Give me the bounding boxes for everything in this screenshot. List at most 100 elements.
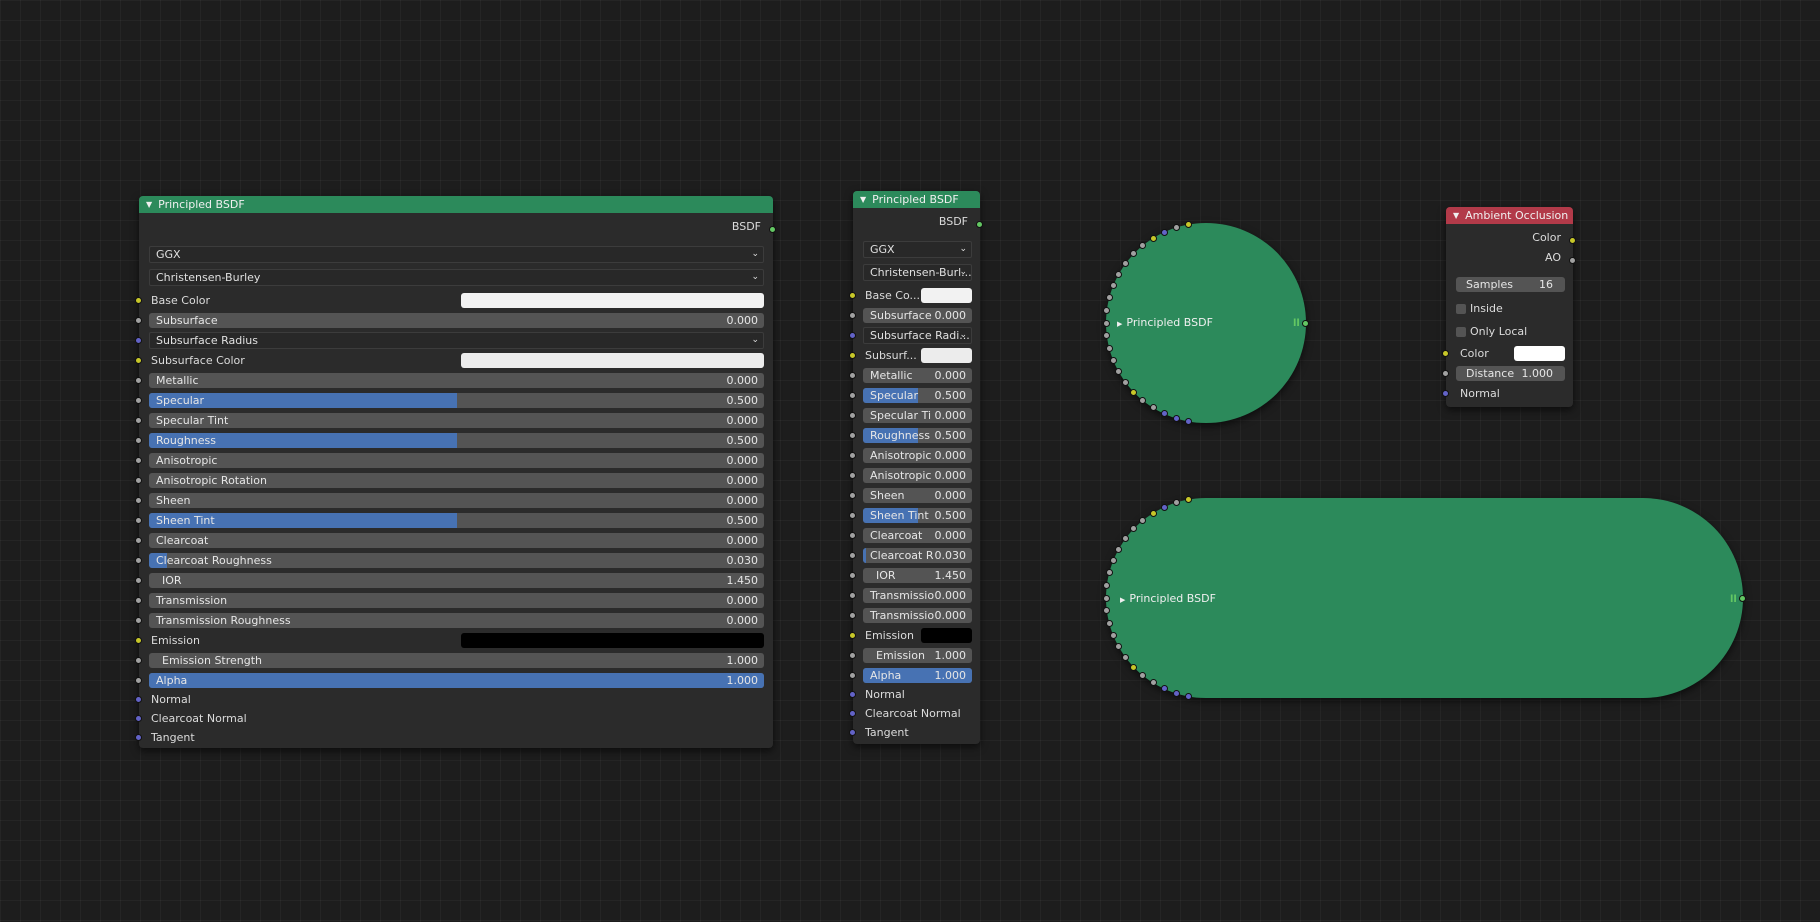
output-bsdf-socket[interactable] bbox=[976, 221, 983, 228]
sheen-socket[interactable] bbox=[849, 492, 856, 499]
roughness-slider[interactable]: Roughness 0.500 bbox=[149, 433, 764, 448]
clearcoat-roughness-slider[interactable]: Clearcoat Roughness 0.030 bbox=[149, 553, 764, 568]
emission-color-swatch[interactable] bbox=[921, 628, 972, 643]
specular-tint-socket[interactable] bbox=[849, 412, 856, 419]
metallic-socket[interactable] bbox=[849, 372, 856, 379]
subsurface-radius-socket[interactable] bbox=[135, 337, 142, 344]
expand-triangle-icon[interactable]: ▶ bbox=[1120, 596, 1125, 604]
output-bsdf-socket[interactable] bbox=[1739, 595, 1746, 602]
alpha-socket[interactable] bbox=[849, 672, 856, 679]
clearcoat-socket[interactable] bbox=[849, 532, 856, 539]
input-socket[interactable] bbox=[1160, 228, 1168, 236]
input-socket[interactable] bbox=[1115, 270, 1123, 278]
sheen-tint-slider[interactable]: Sheen Tint 0.500 bbox=[863, 508, 972, 523]
clearcoat-roughness-slider[interactable]: Clearcoat R 0.030 bbox=[863, 548, 972, 563]
input-socket[interactable] bbox=[1172, 224, 1180, 231]
base-color-swatch[interactable] bbox=[921, 288, 972, 303]
emission-strength-field[interactable]: Emission 1.000 bbox=[863, 648, 972, 663]
color-swatch[interactable] bbox=[1514, 346, 1565, 361]
input-socket[interactable] bbox=[1121, 653, 1129, 661]
metallic-slider[interactable]: Metallic 0.000 bbox=[863, 368, 972, 383]
transmission-roughness-socket[interactable] bbox=[135, 617, 142, 624]
specular-slider[interactable]: Specular 0.500 bbox=[863, 388, 972, 403]
subsurface-slider[interactable]: Subsurface 0.000 bbox=[149, 313, 764, 328]
clearcoat-roughness-socket[interactable] bbox=[849, 552, 856, 559]
input-socket[interactable] bbox=[1121, 378, 1129, 386]
anisotropic-socket[interactable] bbox=[849, 452, 856, 459]
ior-socket[interactable] bbox=[135, 577, 142, 584]
tangent-socket[interactable] bbox=[849, 729, 856, 736]
distance-field[interactable]: Distance 1.000 bbox=[1456, 366, 1565, 381]
anisotropic-slider[interactable]: Anisotropic 0.000 bbox=[863, 448, 972, 463]
input-socket[interactable] bbox=[1102, 319, 1110, 327]
input-socket[interactable] bbox=[1102, 594, 1110, 602]
clearcoat-normal-socket[interactable] bbox=[849, 710, 856, 717]
sheen-slider[interactable]: Sheen 0.000 bbox=[149, 493, 764, 508]
transmission-socket[interactable] bbox=[849, 592, 856, 599]
clearcoat-roughness-socket[interactable] bbox=[135, 557, 142, 564]
transmission-roughness-slider[interactable]: Transmissio 0.000 bbox=[863, 608, 972, 623]
anisotropic-rotation-slider[interactable]: Anisotropic 0.000 bbox=[863, 468, 972, 483]
transmission-roughness-socket[interactable] bbox=[849, 612, 856, 619]
input-socket[interactable] bbox=[1130, 388, 1138, 396]
output-bsdf-socket[interactable] bbox=[1302, 320, 1309, 327]
specular-tint-slider[interactable]: Specular Ti 0.000 bbox=[863, 408, 972, 423]
specular-socket[interactable] bbox=[849, 392, 856, 399]
color-socket[interactable] bbox=[1442, 350, 1449, 357]
emission-strength-socket[interactable] bbox=[135, 657, 142, 664]
subsurface-color-socket[interactable] bbox=[135, 357, 142, 364]
input-socket[interactable] bbox=[1149, 234, 1157, 242]
distribution-dropdown[interactable]: GGX ⌄ bbox=[863, 241, 972, 258]
sheen-tint-socket[interactable] bbox=[849, 512, 856, 519]
anisotropic-rotation-socket[interactable] bbox=[849, 472, 856, 479]
collapse-triangle-icon[interactable]: ▼ bbox=[860, 195, 866, 204]
output-bsdf-socket[interactable] bbox=[769, 226, 776, 233]
input-socket[interactable] bbox=[1149, 404, 1157, 412]
anisotropic-rotation-slider[interactable]: Anisotropic Rotation 0.000 bbox=[149, 473, 764, 488]
input-socket[interactable] bbox=[1109, 282, 1117, 290]
clearcoat-slider[interactable]: Clearcoat 0.000 bbox=[149, 533, 764, 548]
clearcoat-normal-socket[interactable] bbox=[135, 715, 142, 722]
subsurface-slider[interactable]: Subsurface 0.000 bbox=[863, 308, 972, 323]
input-socket[interactable] bbox=[1160, 503, 1168, 511]
inside-checkbox[interactable] bbox=[1456, 304, 1466, 314]
subsurface-socket[interactable] bbox=[135, 317, 142, 324]
input-socket[interactable] bbox=[1109, 557, 1117, 565]
emission-socket[interactable] bbox=[849, 632, 856, 639]
input-socket[interactable] bbox=[1149, 679, 1157, 687]
subsurface-method-dropdown[interactable]: Christensen-Burl... ⌄ bbox=[863, 264, 972, 281]
subsurface-color-swatch[interactable] bbox=[921, 348, 972, 363]
specular-slider[interactable]: Specular 0.500 bbox=[149, 393, 764, 408]
roughness-socket[interactable] bbox=[849, 432, 856, 439]
alpha-slider[interactable]: Alpha 1.000 bbox=[149, 673, 764, 688]
normal-socket[interactable] bbox=[849, 691, 856, 698]
emission-color-swatch[interactable] bbox=[461, 633, 764, 648]
subsurface-radius-dropdown[interactable]: Subsurface Radius ⌄ bbox=[149, 332, 764, 349]
input-socket[interactable] bbox=[1115, 545, 1123, 553]
normal-socket[interactable] bbox=[135, 696, 142, 703]
metallic-slider[interactable]: Metallic 0.000 bbox=[149, 373, 764, 388]
output-ao-socket[interactable] bbox=[1569, 257, 1576, 264]
emission-socket[interactable] bbox=[135, 637, 142, 644]
metallic-socket[interactable] bbox=[135, 377, 142, 384]
specular-tint-slider[interactable]: Specular Tint 0.000 bbox=[149, 413, 764, 428]
expand-triangle-icon[interactable]: ▶ bbox=[1117, 320, 1122, 328]
clearcoat-socket[interactable] bbox=[135, 537, 142, 544]
distribution-dropdown[interactable]: GGX ⌄ bbox=[149, 246, 764, 263]
input-socket[interactable] bbox=[1105, 344, 1113, 352]
roughness-slider[interactable]: Roughness 0.500 bbox=[863, 428, 972, 443]
collapse-triangle-icon[interactable]: ▼ bbox=[1453, 211, 1459, 220]
subsurface-radius-socket[interactable] bbox=[849, 332, 856, 339]
alpha-socket[interactable] bbox=[135, 677, 142, 684]
input-socket[interactable] bbox=[1185, 692, 1193, 700]
input-socket[interactable] bbox=[1160, 685, 1168, 693]
input-socket[interactable] bbox=[1172, 689, 1180, 697]
input-socket[interactable] bbox=[1172, 499, 1180, 506]
alpha-slider[interactable]: Alpha 1.000 bbox=[863, 668, 972, 683]
output-color-socket[interactable] bbox=[1569, 237, 1576, 244]
subsurface-color-socket[interactable] bbox=[849, 352, 856, 359]
emission-strength-field[interactable]: Emission Strength 1.000 bbox=[149, 653, 764, 668]
distance-socket[interactable] bbox=[1442, 370, 1449, 377]
samples-field[interactable]: Samples 16 bbox=[1456, 277, 1565, 292]
input-socket[interactable] bbox=[1160, 410, 1168, 418]
